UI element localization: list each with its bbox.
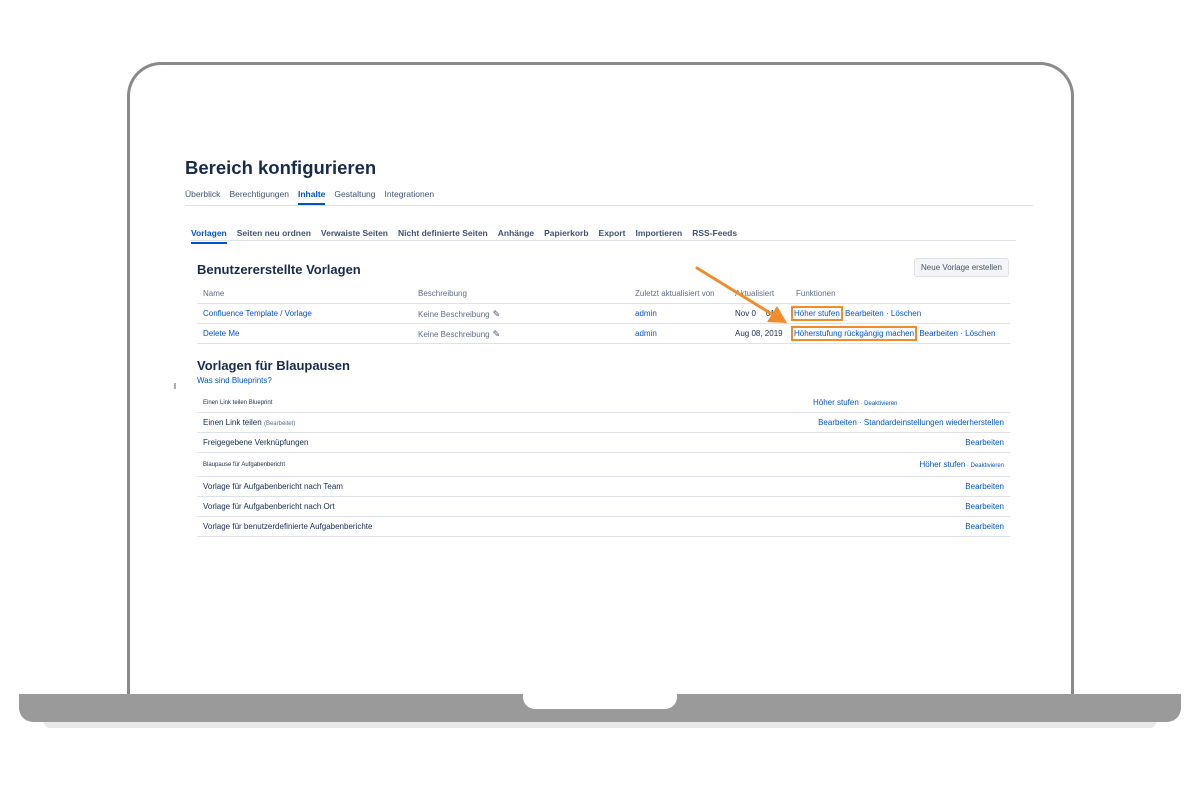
row-actions: Höher stufen Bearbeiten · Löschen bbox=[791, 304, 921, 324]
blueprint-name: Vorlage für benutzerdefinierte Aufgabenb… bbox=[203, 522, 373, 531]
subtab-templates[interactable]: Vorlagen bbox=[191, 228, 227, 244]
tab-permissions[interactable]: Berechtigungen bbox=[229, 189, 289, 205]
blueprint-name-text: Einen Link teilen bbox=[203, 418, 262, 427]
table-row: Confluence Template / Vorlage Keine Besc… bbox=[197, 304, 1010, 324]
col-updated: Aktualisiert bbox=[735, 289, 775, 298]
deactivate-link[interactable]: Deaktivieren bbox=[864, 401, 897, 407]
edit-link[interactable]: Bearbeiten bbox=[919, 329, 958, 338]
promote-link[interactable]: Höher stufen bbox=[813, 398, 859, 407]
blueprint-row: Vorlage für Aufgabenbericht nach Ort Bea… bbox=[197, 497, 1010, 517]
tab-look-and-feel[interactable]: Gestaltung bbox=[334, 189, 375, 205]
subtab-undefined-pages[interactable]: Nicht definierte Seiten bbox=[398, 228, 488, 244]
table-row: Delete Me Keine Beschreibung ✎ admin Aug … bbox=[197, 324, 1010, 344]
blueprint-group-row: Einen Link teilen Blueprint Höher stufen… bbox=[197, 393, 1010, 413]
blueprint-actions: Höher stufen · Deaktivieren bbox=[919, 453, 1004, 477]
subtab-import[interactable]: Importieren bbox=[635, 228, 682, 244]
user-templates-table: Name Beschreibung Zuletzt aktualisiert v… bbox=[197, 284, 1010, 344]
user-templates-heading: Benutzererstellte Vorlagen bbox=[197, 262, 361, 277]
page-title: Bereich konfigurieren bbox=[185, 157, 377, 178]
edit-link[interactable]: Bearbeiten bbox=[845, 309, 884, 318]
blueprint-row: Vorlage für benutzerdefinierte Aufgabenb… bbox=[197, 517, 1010, 537]
updated-date-end: 019 bbox=[765, 309, 780, 318]
blueprint-name: Vorlage für Aufgabenbericht nach Ort bbox=[203, 502, 335, 511]
template-name-link[interactable]: Confluence Template / Vorlage bbox=[203, 304, 312, 324]
blueprint-row: Vorlage für Aufgabenbericht nach Team Be… bbox=[197, 477, 1010, 497]
promote-button[interactable]: Höher stufen bbox=[791, 306, 843, 321]
blueprint-name: Blaupause für Aufgabenbericht bbox=[203, 462, 286, 468]
col-name: Name bbox=[203, 289, 225, 298]
blueprint-name: Freigegebene Verknüpfungen bbox=[203, 438, 309, 447]
blueprint-row: Einen Link teilen (Bearbeitet) Bearbeite… bbox=[197, 413, 1010, 433]
deactivate-link[interactable]: Deaktivieren bbox=[971, 463, 1004, 469]
updated-by-link[interactable]: admin bbox=[635, 324, 657, 344]
separator: · bbox=[960, 329, 963, 338]
main-tabs-divider bbox=[185, 205, 1033, 206]
subtab-reorder-pages[interactable]: Seiten neu ordnen bbox=[237, 228, 311, 244]
edit-link[interactable]: Bearbeiten bbox=[965, 477, 1004, 497]
separator: · bbox=[856, 418, 864, 427]
blueprint-name: Vorlage für Aufgabenbericht nach Team bbox=[203, 482, 343, 491]
laptop-shadow bbox=[44, 722, 1156, 728]
tab-content[interactable]: Inhalte bbox=[298, 189, 325, 205]
demote-button[interactable]: Höherstufung rückgängig machen bbox=[790, 326, 918, 341]
template-name-link[interactable]: Delete Me bbox=[203, 324, 239, 344]
col-updated-by: Zuletzt aktualisiert von bbox=[635, 289, 715, 298]
subtab-attachments[interactable]: Anhänge bbox=[498, 228, 534, 244]
edited-suffix: (Bearbeitet) bbox=[263, 421, 296, 427]
blueprint-name: Einen Link teilen Blueprint bbox=[203, 400, 273, 406]
blueprint-row: Freigegebene Verknüpfungen Bearbeiten bbox=[197, 433, 1010, 453]
col-functions: Funktionen bbox=[796, 289, 836, 298]
updated-date: Nov 0 019 bbox=[735, 304, 779, 324]
blueprints-help-link[interactable]: Was sind Blueprints? bbox=[197, 376, 272, 385]
blueprints-table: Einen Link teilen Blueprint Höher stufen… bbox=[197, 393, 1010, 537]
row-actions: Höherstufung rückgängig machen Bearbeite… bbox=[790, 324, 995, 344]
tab-integrations[interactable]: Integrationen bbox=[385, 189, 435, 205]
edit-link[interactable]: Bearbeiten bbox=[965, 433, 1004, 453]
separator: · bbox=[885, 309, 889, 318]
edit-link[interactable]: Bearbeiten bbox=[965, 497, 1004, 517]
description-text: Keine Beschreibung bbox=[418, 330, 490, 339]
promote-link[interactable]: Höher stufen bbox=[919, 460, 965, 469]
subtab-export[interactable]: Export bbox=[599, 228, 626, 244]
sub-tabs-divider bbox=[191, 240, 1016, 241]
blueprints-heading: Vorlagen für Blaupausen bbox=[197, 358, 350, 373]
pencil-icon[interactable]: ✎ bbox=[493, 324, 501, 344]
updated-date-start: Nov 0 bbox=[735, 309, 756, 318]
table-header: Name Beschreibung Zuletzt aktualisiert v… bbox=[197, 284, 1010, 304]
blueprint-actions: Bearbeiten · Standardeinstellungen wiede… bbox=[818, 413, 1004, 433]
blueprint-group-row: Blaupause für Aufgabenbericht Höher stuf… bbox=[197, 453, 1010, 477]
create-template-button[interactable]: Neue Vorlage erstellen bbox=[914, 258, 1009, 277]
template-description: Keine Beschreibung ✎ bbox=[418, 304, 500, 324]
delete-link[interactable]: Löschen bbox=[891, 309, 921, 318]
subtab-trash[interactable]: Papierkorb bbox=[544, 228, 588, 244]
restore-defaults-link[interactable]: Standardeinstellungen wiederherstellen bbox=[864, 418, 1004, 427]
updated-date: Aug 08, 2019 bbox=[735, 329, 783, 338]
delete-link[interactable]: Löschen bbox=[965, 329, 995, 338]
col-description: Beschreibung bbox=[418, 289, 467, 298]
tab-overview[interactable]: Überblick bbox=[185, 189, 220, 205]
subtab-rss-feeds[interactable]: RSS-Feeds bbox=[692, 228, 737, 244]
blueprint-actions: Höher stufen · Deaktivieren bbox=[813, 393, 898, 413]
sub-tabs: Vorlagen Seiten neu ordnen Verwaiste Sei… bbox=[191, 228, 737, 244]
edit-link[interactable]: Bearbeiten bbox=[818, 418, 857, 427]
confluence-screen: Bereich konfigurieren Überblick Berechti… bbox=[0, 0, 1200, 700]
edit-link[interactable]: Bearbeiten bbox=[965, 517, 1004, 537]
main-tabs: Überblick Berechtigungen Inhalte Gestalt… bbox=[185, 189, 434, 205]
updated-by-link[interactable]: admin bbox=[635, 304, 657, 324]
template-description: Keine Beschreibung ✎ bbox=[418, 324, 500, 344]
description-text: Keine Beschreibung bbox=[418, 310, 490, 319]
subtab-orphaned-pages[interactable]: Verwaiste Seiten bbox=[321, 228, 388, 244]
pencil-icon[interactable]: ✎ bbox=[493, 304, 501, 324]
blueprint-name: Einen Link teilen (Bearbeitet) bbox=[203, 413, 295, 433]
